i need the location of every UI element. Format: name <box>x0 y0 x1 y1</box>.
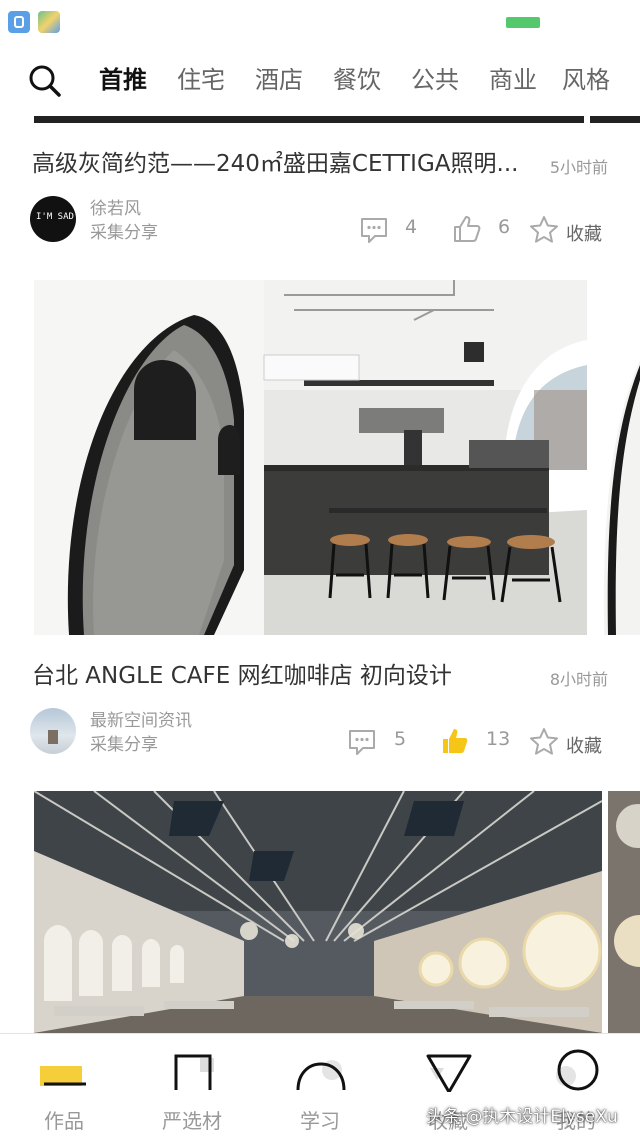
card-time: 8小时前 <box>549 670 608 689</box>
card-image-cafe[interactable] <box>34 280 587 635</box>
card-time: 5小时前 <box>549 158 608 177</box>
comment-icon[interactable] <box>347 727 377 757</box>
watermark-text: 头条 @执木设计ElyseXu <box>426 1107 618 1127</box>
tab-public[interactable]: 公共 <box>411 64 459 96</box>
card-title[interactable]: 台北 ANGLE CAFE 网红咖啡店 初向设计 <box>32 660 452 692</box>
favorite-label[interactable]: 收藏 <box>566 220 602 246</box>
tab-recommended[interactable]: 首推 <box>99 64 147 96</box>
favorite-label[interactable]: 收藏 <box>566 732 602 758</box>
author-subtitle: 采集分享 <box>90 735 158 755</box>
battery-icon <box>506 17 540 28</box>
previous-card-image-edge-side <box>590 116 640 123</box>
like-icon-active[interactable] <box>440 726 470 756</box>
author-subtitle: 采集分享 <box>90 223 158 243</box>
profile-circle-icon <box>556 1049 599 1091</box>
avatar[interactable]: I'M SAD ☹ <box>30 196 76 242</box>
nav-item-materials[interactable]: 严选材 <box>128 1034 256 1138</box>
nav-item-works[interactable]: 作品 <box>0 1034 128 1138</box>
nav-item-learn[interactable]: 学习 <box>256 1034 384 1138</box>
nav-label: 严选材 <box>162 1109 222 1133</box>
avatar-text: I'M SAD ☹ <box>36 212 76 222</box>
author-name[interactable]: 最新空间资讯 <box>90 706 192 731</box>
avatar[interactable] <box>30 708 76 754</box>
comment-count: 5 <box>394 728 407 750</box>
nav-label: 学习 <box>300 1109 340 1133</box>
card-image-restaurant[interactable] <box>34 791 602 1033</box>
star-icon[interactable] <box>529 727 559 757</box>
like-count: 13 <box>486 728 511 750</box>
next-card-image-peek[interactable] <box>608 791 640 1033</box>
app-notification-icon <box>8 11 30 33</box>
nav-label: 作品 <box>44 1109 84 1133</box>
tab-style[interactable]: 风格 <box>562 64 610 96</box>
next-card-image-peek[interactable] <box>594 280 640 635</box>
star-icon[interactable] <box>529 215 559 245</box>
tab-residential[interactable]: 住宅 <box>177 64 225 96</box>
tab-dining[interactable]: 餐饮 <box>333 64 381 96</box>
comment-count: 4 <box>405 216 418 238</box>
like-icon[interactable] <box>452 214 482 244</box>
previous-card-image-edge <box>34 116 584 123</box>
search-icon[interactable] <box>28 64 62 98</box>
card-title[interactable]: 高级灰简约范——240㎡盛田嘉CETTIGA照明... <box>32 148 518 180</box>
learn-arch-icon <box>296 1060 346 1091</box>
tab-hotel[interactable]: 酒店 <box>255 64 303 96</box>
like-count: 6 <box>498 216 511 238</box>
status-bar <box>0 0 640 44</box>
maps-notification-icon <box>38 11 60 33</box>
materials-frame-icon <box>174 1054 214 1090</box>
tab-commercial[interactable]: 商业 <box>489 64 537 96</box>
author-name[interactable]: 徐若风 <box>90 194 141 219</box>
top-nav: 首推 住宅 酒店 餐饮 公共 商业 风格 <box>0 50 640 110</box>
comment-icon[interactable] <box>359 215 389 245</box>
works-dash-icon <box>40 1066 86 1086</box>
favorites-triangle-icon <box>426 1054 472 1092</box>
